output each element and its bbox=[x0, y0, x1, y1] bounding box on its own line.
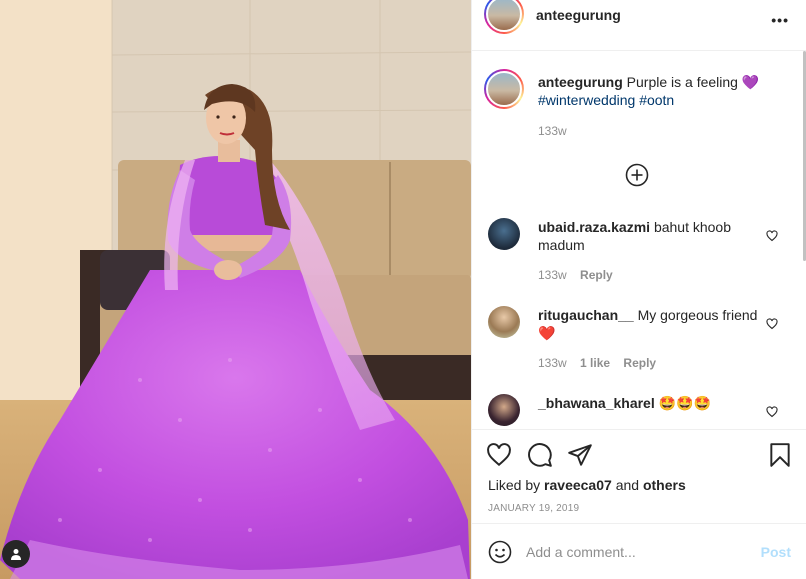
author-username[interactable]: anteegurung bbox=[536, 7, 621, 23]
comment-body: ubaid.raza.kazmi bahut khoob madum 133w … bbox=[538, 218, 763, 282]
comment-bubble-icon[interactable] bbox=[527, 442, 553, 468]
post-actions: Liked by raveeca07 and others JANUARY 19… bbox=[472, 429, 806, 523]
post-photo[interactable] bbox=[0, 0, 471, 579]
comments-scrollbar[interactable] bbox=[801, 51, 806, 429]
caption-avatar-image bbox=[486, 71, 522, 107]
comment-text: My gorgeous friend bbox=[637, 307, 758, 323]
reply-button[interactable]: Reply bbox=[623, 356, 656, 370]
heart-icon[interactable] bbox=[486, 442, 512, 468]
reply-button[interactable]: Reply bbox=[580, 268, 613, 282]
comment-like-icon[interactable] bbox=[766, 318, 778, 330]
photo-illustration bbox=[0, 0, 471, 579]
comment-item: ritugauchan__ My gorgeous friend ❤️ 133w… bbox=[472, 306, 806, 376]
comment-item: _bhawana_kharel 🤩🤩🤩 bbox=[472, 394, 806, 429]
caption-text: Purple is a feeling bbox=[626, 74, 738, 90]
liked-by-others[interactable]: others bbox=[643, 477, 686, 493]
bookmark-icon[interactable] bbox=[767, 442, 793, 468]
star-struck-emojis: 🤩🤩🤩 bbox=[658, 395, 711, 411]
load-more-comments-icon[interactable] bbox=[625, 163, 649, 187]
caption-avatar[interactable] bbox=[484, 69, 524, 109]
comment-username[interactable]: _bhawana_kharel bbox=[538, 395, 655, 411]
post-header: anteegurung ••• bbox=[472, 0, 806, 51]
caption-username[interactable]: anteegurung bbox=[538, 74, 623, 90]
commenter-avatar[interactable] bbox=[488, 394, 520, 426]
paper-plane-icon[interactable] bbox=[567, 442, 593, 468]
post-detail-panel: anteegurung ••• anteegurung Purple is a … bbox=[471, 0, 806, 579]
comment-text-block: ritugauchan__ My gorgeous friend ❤️ bbox=[538, 306, 763, 342]
comment-likes-count[interactable]: 1 like bbox=[580, 356, 610, 370]
hashtag-winterwedding[interactable]: #winterwedding bbox=[538, 92, 635, 108]
commenter-avatar[interactable] bbox=[488, 218, 520, 250]
comment-input[interactable] bbox=[526, 540, 746, 564]
user-tag-icon bbox=[11, 549, 21, 560]
hashtag-ootn[interactable]: #ootn bbox=[639, 92, 674, 108]
comment-username[interactable]: ritugauchan__ bbox=[538, 307, 634, 323]
comment-like-icon[interactable] bbox=[766, 406, 778, 418]
caption-text-block: anteegurung Purple is a feeling 💜 #winte… bbox=[538, 73, 773, 109]
liked-by-user[interactable]: raveeca07 bbox=[544, 477, 612, 493]
add-comment-bar: Post bbox=[472, 523, 806, 579]
comment-item: ubaid.raza.kazmi bahut khoob madum 133w … bbox=[472, 218, 806, 288]
comment-like-icon[interactable] bbox=[766, 230, 778, 242]
comment-meta: 133w 1 like Reply bbox=[538, 356, 763, 370]
commenter-avatar[interactable] bbox=[488, 306, 520, 338]
post-comment-button[interactable]: Post bbox=[761, 544, 791, 560]
user-tag-button[interactable] bbox=[2, 540, 30, 568]
post-date[interactable]: JANUARY 19, 2019 bbox=[488, 503, 579, 514]
caption-time: 133w bbox=[538, 124, 567, 138]
liked-by-conj: and bbox=[615, 477, 640, 493]
comment-body: _bhawana_kharel 🤩🤩🤩 bbox=[538, 394, 763, 412]
author-avatar[interactable] bbox=[484, 0, 524, 34]
comment-meta: 133w Reply bbox=[538, 268, 763, 282]
author-avatar-image bbox=[486, 0, 522, 32]
comment-text-block: _bhawana_kharel 🤩🤩🤩 bbox=[538, 394, 763, 412]
purple-heart-emoji: 💜 bbox=[741, 74, 760, 90]
more-options-icon[interactable]: ••• bbox=[771, 12, 789, 28]
comment-body: ritugauchan__ My gorgeous friend ❤️ 133w… bbox=[538, 306, 763, 370]
comment-text-block: ubaid.raza.kazmi bahut khoob madum bbox=[538, 218, 763, 254]
red-heart-emoji: ❤️ bbox=[538, 325, 556, 341]
comments-section[interactable]: anteegurung Purple is a feeling 💜 #winte… bbox=[472, 51, 806, 429]
liked-by: Liked by raveeca07 and others bbox=[488, 477, 686, 493]
smiley-icon[interactable] bbox=[488, 540, 512, 564]
liked-by-prefix: Liked by bbox=[488, 477, 541, 493]
instagram-post-view: anteegurung ••• anteegurung Purple is a … bbox=[0, 0, 806, 579]
comment-username[interactable]: ubaid.raza.kazmi bbox=[538, 219, 650, 235]
comment-time: 133w bbox=[538, 268, 567, 282]
comment-time: 133w bbox=[538, 356, 567, 370]
